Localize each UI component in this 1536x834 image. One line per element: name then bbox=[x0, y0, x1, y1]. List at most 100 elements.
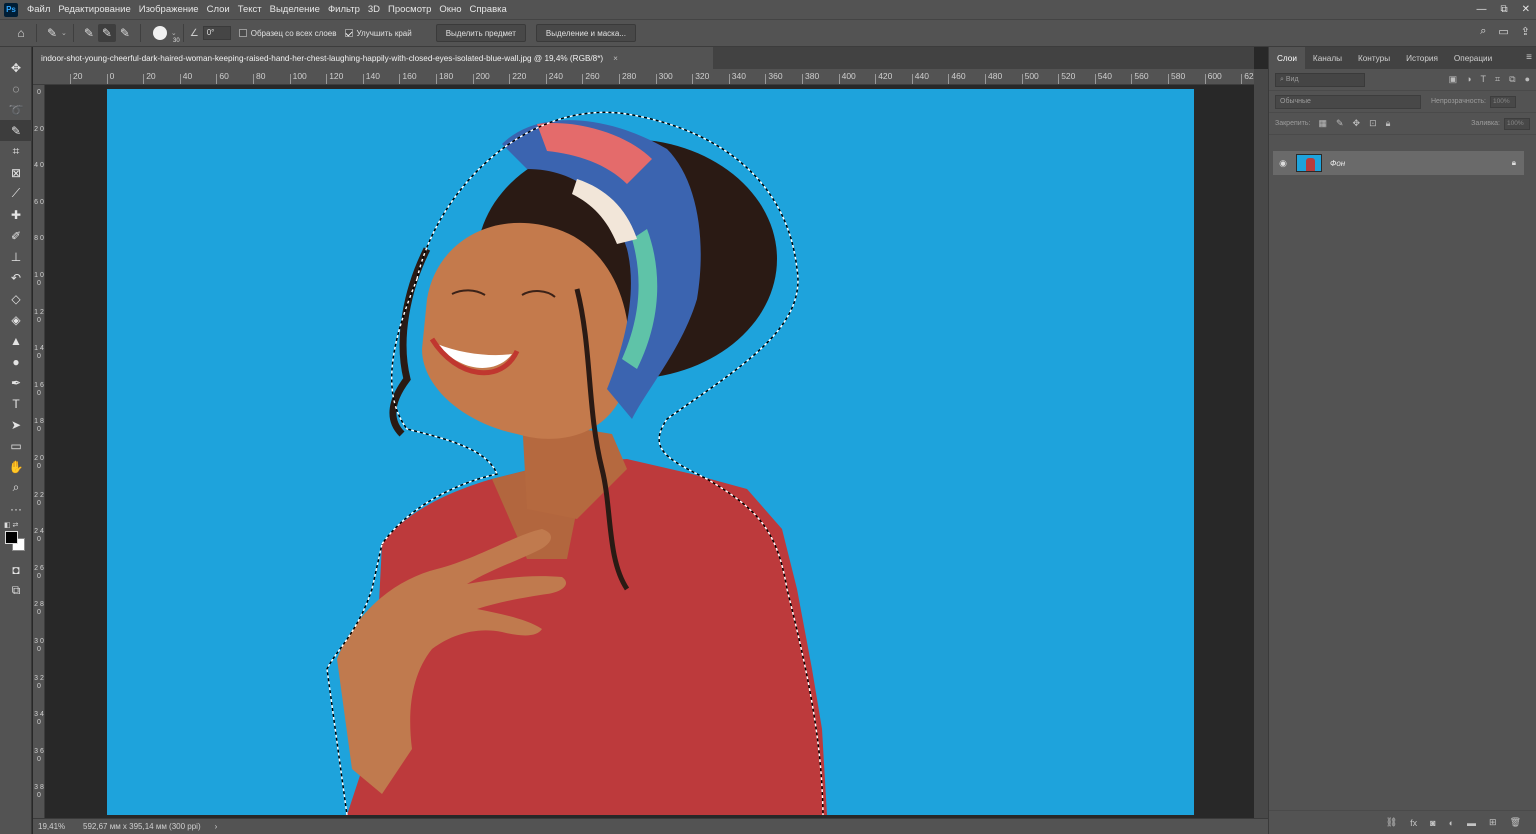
menu-help[interactable]: Справка bbox=[467, 4, 512, 15]
opacity-field[interactable]: 100% bbox=[1490, 95, 1516, 108]
frame-tool-icon[interactable]: ⊠ bbox=[0, 162, 32, 183]
blur-tool-icon[interactable]: ▲ bbox=[0, 330, 32, 351]
menu-window[interactable]: Окно bbox=[436, 4, 466, 15]
quick-mask-icon[interactable]: ◘ bbox=[0, 559, 32, 580]
hand-tool-icon[interactable]: ✋ bbox=[0, 456, 32, 477]
enhance-edge-checkbox[interactable] bbox=[344, 29, 353, 37]
foreground-color-swatch[interactable] bbox=[5, 531, 18, 544]
new-layer-icon[interactable]: ⊞ bbox=[1489, 817, 1497, 828]
fill-field[interactable]: 100% bbox=[1504, 117, 1530, 130]
move-tool-icon[interactable]: ✥ bbox=[0, 57, 32, 78]
menu-layers[interactable]: Слои bbox=[204, 4, 235, 15]
document-tab[interactable]: indoor-shot-young-cheerful-dark-haired-w… bbox=[33, 47, 713, 69]
filter-toggle-icon[interactable]: ● bbox=[1525, 74, 1530, 85]
filter-pixel-icon[interactable]: ▣ bbox=[1449, 74, 1458, 85]
rectangle-tool-icon[interactable]: ▭ bbox=[0, 435, 32, 456]
paint-bucket-tool-icon[interactable]: ◈ bbox=[0, 309, 32, 330]
crop-tool-icon[interactable]: ⌗ bbox=[0, 141, 32, 162]
dodge-tool-icon[interactable]: ● bbox=[0, 351, 32, 372]
tab-layers[interactable]: Слои bbox=[1269, 47, 1305, 69]
swap-colors-icon[interactable]: ◧ ⇄ bbox=[4, 521, 18, 529]
lock-artboard-icon[interactable]: ⊡ bbox=[1369, 118, 1377, 129]
menu-filter[interactable]: Фильтр bbox=[325, 4, 365, 15]
pen-tool-icon[interactable]: ✒ bbox=[0, 372, 32, 393]
layer-thumbnail bbox=[1296, 154, 1322, 172]
home-icon[interactable]: ⌂ bbox=[12, 24, 30, 42]
zoom-level[interactable]: 19,41% bbox=[33, 822, 73, 831]
adjustment-layer-icon[interactable]: ◐ bbox=[1449, 818, 1454, 828]
layer-name[interactable]: Фон bbox=[1330, 159, 1345, 168]
share-icon[interactable]: ⇪ bbox=[1521, 25, 1530, 38]
menu-select[interactable]: Выделение bbox=[267, 4, 325, 15]
vertical-scrollbar[interactable] bbox=[1254, 69, 1268, 818]
lock-transparent-icon[interactable]: ▦ bbox=[1318, 118, 1327, 129]
layer-style-icon[interactable]: fx bbox=[1410, 818, 1417, 828]
blend-mode-select[interactable]: Обычные bbox=[1275, 94, 1421, 109]
sample-all-layers-checkbox[interactable] bbox=[238, 29, 247, 37]
new-group-icon[interactable]: ▬ bbox=[1467, 818, 1476, 828]
eyedropper-tool-icon[interactable]: ⟋ bbox=[0, 183, 32, 204]
type-tool-icon[interactable]: T bbox=[0, 393, 32, 414]
eye-icon[interactable]: ◉ bbox=[1273, 158, 1293, 169]
tab-paths[interactable]: Контуры bbox=[1350, 47, 1398, 69]
filter-smart-object-icon[interactable]: ⧉ bbox=[1509, 74, 1515, 85]
menu-image[interactable]: Изображение bbox=[136, 4, 204, 15]
add-to-selection-icon[interactable]: ✎ bbox=[97, 24, 116, 42]
quick-selection-tool-icon[interactable]: ✎ bbox=[0, 120, 32, 141]
menu-view[interactable]: Просмотр bbox=[385, 4, 436, 15]
angle-field[interactable]: 0° bbox=[202, 26, 231, 40]
lock-all-icon[interactable]: 🔒︎ bbox=[1386, 118, 1391, 129]
toolbar-grip[interactable] bbox=[0, 47, 31, 57]
layer-filter-select[interactable]: ⌕ Вид bbox=[1275, 72, 1365, 87]
tab-actions[interactable]: Операции bbox=[1446, 47, 1500, 69]
close-window-button[interactable]: ✕ bbox=[1522, 4, 1530, 15]
select-subject-button[interactable]: Выделить предмет bbox=[435, 24, 526, 42]
status-menu-arrow[interactable]: › bbox=[215, 822, 218, 831]
lock-position-icon[interactable]: ✥ bbox=[1353, 118, 1361, 129]
filter-shape-icon[interactable]: ⌗ bbox=[1495, 74, 1500, 85]
search-icon[interactable]: ⌕ bbox=[1480, 25, 1486, 38]
new-selection-icon[interactable]: ✎ bbox=[80, 24, 98, 42]
tab-history[interactable]: История bbox=[1398, 47, 1446, 69]
eraser-tool-icon[interactable]: ◇ bbox=[0, 288, 32, 309]
menu-file[interactable]: Файл bbox=[24, 4, 55, 15]
ruler-tick-line bbox=[728, 74, 730, 84]
zoom-tool-icon[interactable]: ⌕ bbox=[0, 477, 32, 498]
canvas-area[interactable] bbox=[46, 86, 1254, 818]
marquee-tool-icon[interactable]: ◌ bbox=[0, 78, 32, 99]
healing-brush-tool-icon[interactable]: ✚ bbox=[0, 204, 32, 225]
brush-tool-icon[interactable]: ✐ bbox=[0, 225, 32, 246]
chevron-down-icon[interactable]: ⌄ bbox=[171, 29, 177, 37]
ruler-tick-label: 1 0 0 bbox=[34, 272, 44, 287]
path-selection-tool-icon[interactable]: ➤ bbox=[0, 414, 32, 435]
subtract-selection-icon[interactable]: ✎ bbox=[116, 24, 134, 42]
tab-channels[interactable]: Каналы bbox=[1305, 47, 1350, 69]
brush-preview[interactable] bbox=[152, 26, 167, 40]
panel-menu-icon[interactable]: ≡ bbox=[1526, 52, 1532, 63]
menu-edit[interactable]: Редактирование bbox=[55, 4, 135, 15]
lasso-tool-icon[interactable]: ➰ bbox=[0, 99, 32, 120]
ruler-tick-label: 1 8 0 bbox=[34, 418, 44, 434]
layer-row[interactable]: ◉ Фон 🔒︎ bbox=[1273, 151, 1524, 175]
document-image[interactable] bbox=[107, 89, 1194, 815]
delete-layer-icon[interactable]: 🗑︎ bbox=[1510, 817, 1521, 828]
filter-type-icon[interactable]: T bbox=[1481, 74, 1487, 85]
history-brush-tool-icon[interactable]: ↶ bbox=[0, 267, 32, 288]
screen-mode-icon[interactable]: ⧉ bbox=[0, 580, 32, 601]
lock-pixels-icon[interactable]: ✎ bbox=[1336, 118, 1344, 129]
minimize-button[interactable]: — bbox=[1476, 4, 1486, 15]
workspace-icon[interactable]: ▭ bbox=[1498, 25, 1508, 38]
link-layers-icon[interactable]: ⛓ bbox=[1386, 817, 1397, 828]
filter-adjustment-icon[interactable]: ◑ bbox=[1466, 74, 1471, 85]
ruler-horizontal: 20 0 20 40 60 80 100 120 140 160 180 200 220 240 260 28… bbox=[33, 69, 1254, 85]
chevron-down-icon[interactable]: ⌄ bbox=[61, 29, 67, 37]
close-tab-icon[interactable]: × bbox=[613, 54, 618, 63]
more-tools-icon[interactable]: ··· bbox=[0, 498, 32, 519]
tool-preset-icon[interactable]: ✎ bbox=[43, 24, 61, 42]
menu-type[interactable]: Текст bbox=[235, 4, 267, 15]
restore-button[interactable]: ⧉ bbox=[1500, 4, 1507, 15]
clone-stamp-tool-icon[interactable]: ⊥ bbox=[0, 246, 32, 267]
menu-3d[interactable]: 3D bbox=[365, 4, 385, 15]
add-mask-icon[interactable]: ◙ bbox=[1430, 818, 1435, 828]
select-and-mask-button[interactable]: Выделение и маска... bbox=[535, 24, 636, 42]
